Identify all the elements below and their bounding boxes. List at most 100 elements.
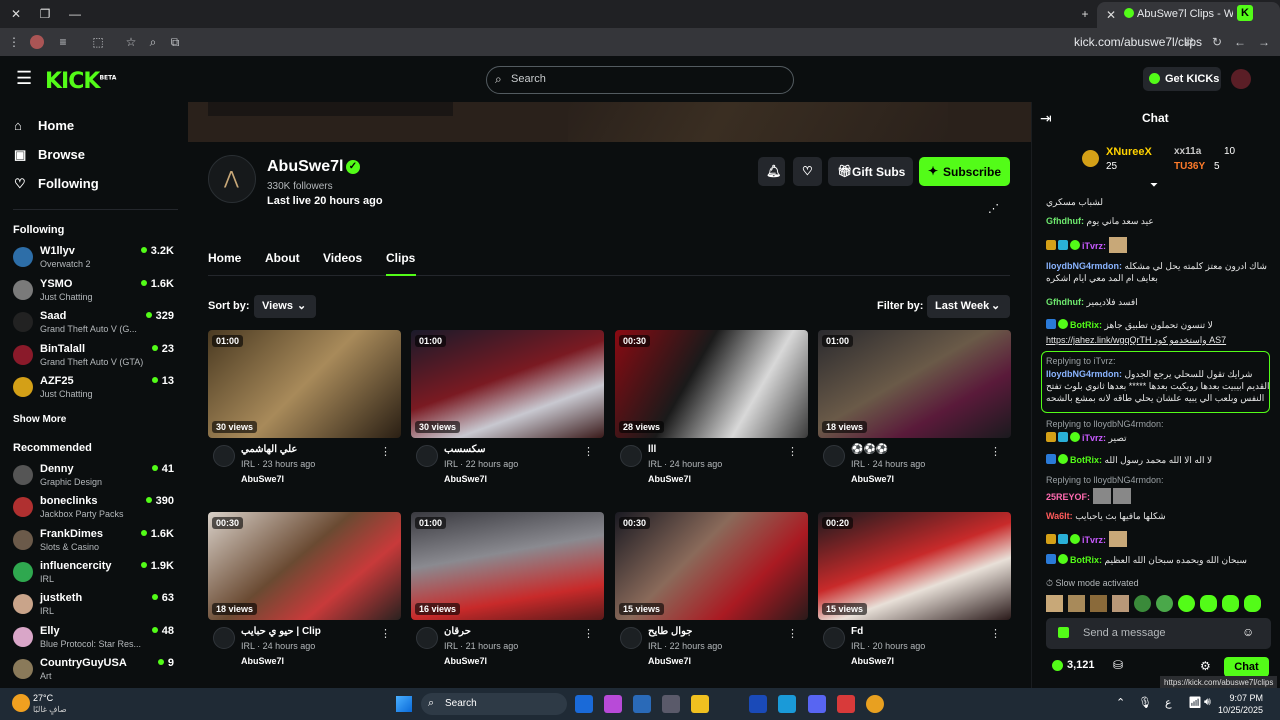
defender-icon[interactable] <box>633 695 651 713</box>
site-settings-icon[interactable]: ⇄ <box>1181 34 1197 50</box>
copilot-icon[interactable] <box>604 695 622 713</box>
active-tab[interactable]: ✕ AbuSwe7l Clips - Watch Liv K <box>1097 2 1280 28</box>
emote-icon[interactable] <box>1156 595 1173 612</box>
clip-title[interactable]: Fd <box>851 626 863 637</box>
clip-channel[interactable]: AbuSwe7l <box>444 474 487 484</box>
file-explorer-icon[interactable] <box>691 695 709 713</box>
forward-icon[interactable]: → <box>1256 34 1272 50</box>
hamburger-menu-icon[interactable]: ☰ <box>16 69 32 87</box>
clip-title[interactable]: سكسسب <box>444 444 486 455</box>
clip-card[interactable]: 00:30 15 views جوال طايح IRL · 22 hours a… <box>615 512 808 672</box>
gear-icon[interactable]: ⚙ <box>1200 659 1211 673</box>
clock-date[interactable]: 10/25/2025 <box>1218 705 1263 715</box>
clip-title[interactable]: حرقان <box>444 626 471 637</box>
chrome-icon[interactable] <box>866 695 884 713</box>
back-icon[interactable]: ← <box>1232 34 1248 50</box>
clip-title[interactable]: جوال طايح <box>648 626 692 637</box>
emote-icon[interactable] <box>1178 595 1195 612</box>
channel-avatar[interactable] <box>416 627 438 649</box>
recommended-item[interactable]: justketh IRL 63 <box>13 592 181 624</box>
restore-window-icon[interactable]: ❐ <box>36 5 54 23</box>
more-options-icon[interactable]: ⋮ <box>990 627 1001 640</box>
more-options-icon[interactable]: ⋮ <box>583 627 594 640</box>
follow-heart-button[interactable]: ♡ <box>793 157 822 186</box>
clip-thumbnail[interactable]: 00:30 15 views <box>615 512 808 620</box>
more-options-icon[interactable]: ⋮ <box>583 445 594 458</box>
windows-start-icon[interactable] <box>396 696 412 712</box>
clip-title[interactable]: علي الهاشمي <box>241 444 297 455</box>
clock-time[interactable]: 9:07 PM <box>1227 693 1263 703</box>
emote-icon[interactable] <box>1046 595 1063 612</box>
discord-icon[interactable] <box>808 695 826 713</box>
recommended-item[interactable]: CountryGuyUSA Art 9 <box>13 657 181 689</box>
close-tab-icon[interactable]: ✕ <box>1102 6 1120 24</box>
clip-channel[interactable]: AbuSwe7l <box>648 474 691 484</box>
following-item[interactable]: BinTalall Grand Theft Auto V (GTA) 23 <box>13 343 181 375</box>
keyboard-language[interactable]: ع <box>1165 696 1172 709</box>
channel-avatar[interactable] <box>620 627 642 649</box>
more-options-icon[interactable]: ⋮ <box>380 445 391 458</box>
user-avatar[interactable] <box>1231 69 1251 89</box>
clip-title[interactable]: حيو ي حبايب | Clip <box>241 626 321 637</box>
nav-following[interactable]: ♡ Following <box>14 176 99 192</box>
channel-avatar[interactable]: ⋀ <box>208 155 256 203</box>
clip-channel[interactable]: AbuSwe7l <box>241 474 284 484</box>
kicks-balance[interactable]: 3,121 <box>1067 659 1095 671</box>
recommended-item[interactable]: Elly Blue Protocol: Star Res... 48 <box>13 625 181 657</box>
app-icon[interactable] <box>837 695 855 713</box>
more-options-icon[interactable]: ⋮ <box>787 445 798 458</box>
emote-icon[interactable] <box>1112 595 1129 612</box>
clip-card[interactable]: 00:30 18 views حيو ي حبايب | Clip IRL · 2… <box>208 512 401 672</box>
extensions-icon[interactable]: ⬚ <box>90 34 106 50</box>
outlook-icon[interactable] <box>575 695 593 713</box>
clip-thumbnail[interactable]: 01:00 18 views <box>818 330 1011 438</box>
emote-icon[interactable] <box>1200 595 1217 612</box>
nav-home[interactable]: ⌂ Home <box>14 118 74 133</box>
zoom-icon[interactable]: ⌕ <box>145 34 161 50</box>
tab-clips[interactable]: Clips <box>386 251 415 265</box>
taskbar-search[interactable]: ⌕ Search <box>421 693 567 715</box>
store-icon[interactable]: ⛁ <box>1113 658 1123 672</box>
reading-list-icon[interactable]: ≡ <box>55 34 71 50</box>
channel-avatar[interactable] <box>213 627 235 649</box>
tab-videos[interactable]: Videos <box>323 251 362 265</box>
volume-icon[interactable]: 🔊︎ <box>1204 696 1211 709</box>
more-options-icon[interactable]: ⋮ <box>380 627 391 640</box>
filter-dropdown[interactable]: Last Week ⌄ <box>927 295 1010 318</box>
profile-avatar-icon[interactable] <box>30 35 44 49</box>
emote-icon[interactable] <box>1134 595 1151 612</box>
tab-about[interactable]: About <box>265 251 300 265</box>
clip-thumbnail[interactable]: 01:00 30 views <box>411 330 604 438</box>
clip-card[interactable]: 01:00 30 views سكسسب IRL · 22 hours ago A… <box>411 330 604 490</box>
emote-icon[interactable] <box>1090 595 1107 612</box>
recommended-item[interactable]: Denny Graphic Design 41 <box>13 463 181 495</box>
clip-channel[interactable]: AbuSwe7l <box>241 656 284 666</box>
chat-input[interactable]: Send a message ☺ <box>1046 618 1271 649</box>
channel-name[interactable]: AbuSwe7l <box>267 158 343 176</box>
clip-thumbnail[interactable]: 00:20 15 views <box>818 512 1011 620</box>
new-tab-icon[interactable]: + <box>1076 5 1094 23</box>
pinned-chevron-icon[interactable]: ⏷ <box>1150 180 1158 191</box>
clip-thumbnail[interactable]: 01:00 30 views <box>208 330 401 438</box>
search-input[interactable]: ⌕ Search <box>486 66 794 94</box>
clip-card[interactable]: 01:00 16 views حرقان IRL · 21 hours ago A… <box>411 512 604 672</box>
clip-channel[interactable]: AbuSwe7l <box>648 656 691 666</box>
microphone-icon[interactable]: 🎙︎ <box>1138 696 1152 709</box>
recommended-item[interactable]: FrankDimes Slots & Casino 1.6K <box>13 528 181 560</box>
gift-subs-button[interactable]: 🎁︎ Gift Subs <box>828 157 913 186</box>
clip-title[interactable]: lll <box>648 444 656 455</box>
channel-avatar[interactable] <box>823 445 845 467</box>
clip-channel[interactable]: AbuSwe7l <box>444 656 487 666</box>
clip-thumbnail[interactable]: 01:00 16 views <box>411 512 604 620</box>
subscribe-button[interactable]: ✦ Subscribe <box>919 157 1010 186</box>
recommended-item[interactable]: influencercity IRL 1.9K <box>13 560 181 592</box>
collapse-chat-icon[interactable]: ⇥ <box>1040 110 1052 127</box>
kick-logo[interactable]: KICKBETA <box>45 69 116 94</box>
edge-dev-icon[interactable] <box>749 695 767 713</box>
channel-avatar[interactable] <box>416 445 438 467</box>
store-icon[interactable] <box>662 695 680 713</box>
channel-avatar[interactable] <box>620 445 642 467</box>
following-item[interactable]: AZF25 Just Chatting 13 <box>13 375 181 407</box>
clip-thumbnail[interactable]: 00:30 18 views <box>208 512 401 620</box>
cast-icon[interactable]: ⧉ <box>167 34 183 50</box>
